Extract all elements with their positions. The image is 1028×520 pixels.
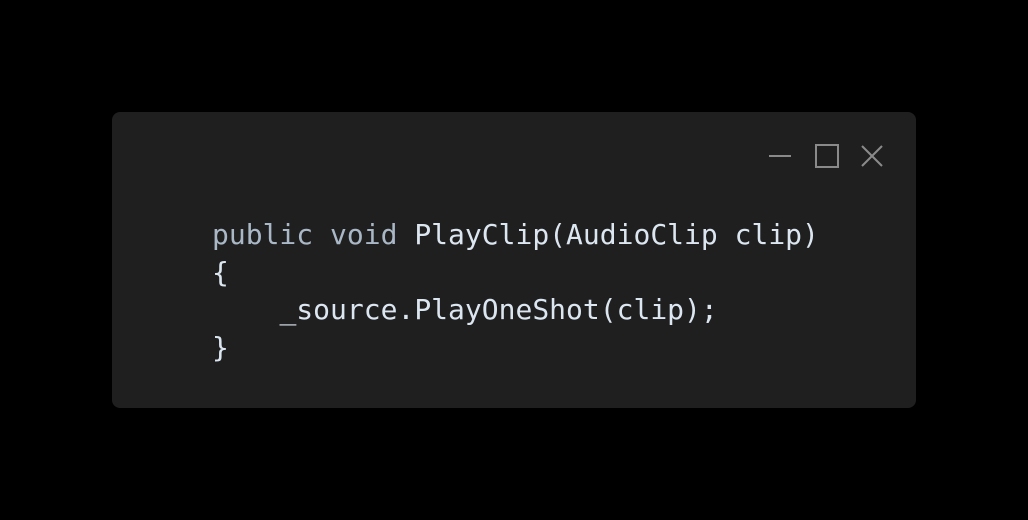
code-keyword: public: [212, 218, 314, 251]
code-token: PlayClip: [414, 218, 550, 251]
code-keyword: void: [330, 218, 398, 251]
code-line-close-brace: }: [212, 329, 819, 367]
code-token: );: [684, 293, 718, 326]
code-line-signature: public void PlayClip(AudioClip clip): [212, 216, 819, 254]
code-token: clip: [734, 218, 803, 251]
code-token: (: [549, 218, 567, 251]
code-token: (: [599, 293, 617, 326]
code-token: _source: [279, 293, 398, 326]
minimize-icon[interactable]: [766, 142, 794, 170]
code-line-open-brace: {: [212, 254, 819, 292]
code-token: clip: [616, 293, 685, 326]
window-controls: [766, 142, 886, 170]
close-icon[interactable]: [858, 142, 886, 170]
code-token: ): [802, 218, 819, 251]
code-token: AudioClip: [566, 218, 718, 251]
code-token: PlayOneShot: [414, 293, 600, 326]
code-token: }: [212, 330, 229, 364]
code-block: public void PlayClip(AudioClip clip){ _s…: [212, 216, 819, 366]
maximize-icon[interactable]: [813, 142, 841, 170]
code-line-body: _source.PlayOneShot(clip);: [212, 291, 819, 329]
code-token: {: [212, 255, 229, 289]
code-token: .: [397, 293, 415, 326]
